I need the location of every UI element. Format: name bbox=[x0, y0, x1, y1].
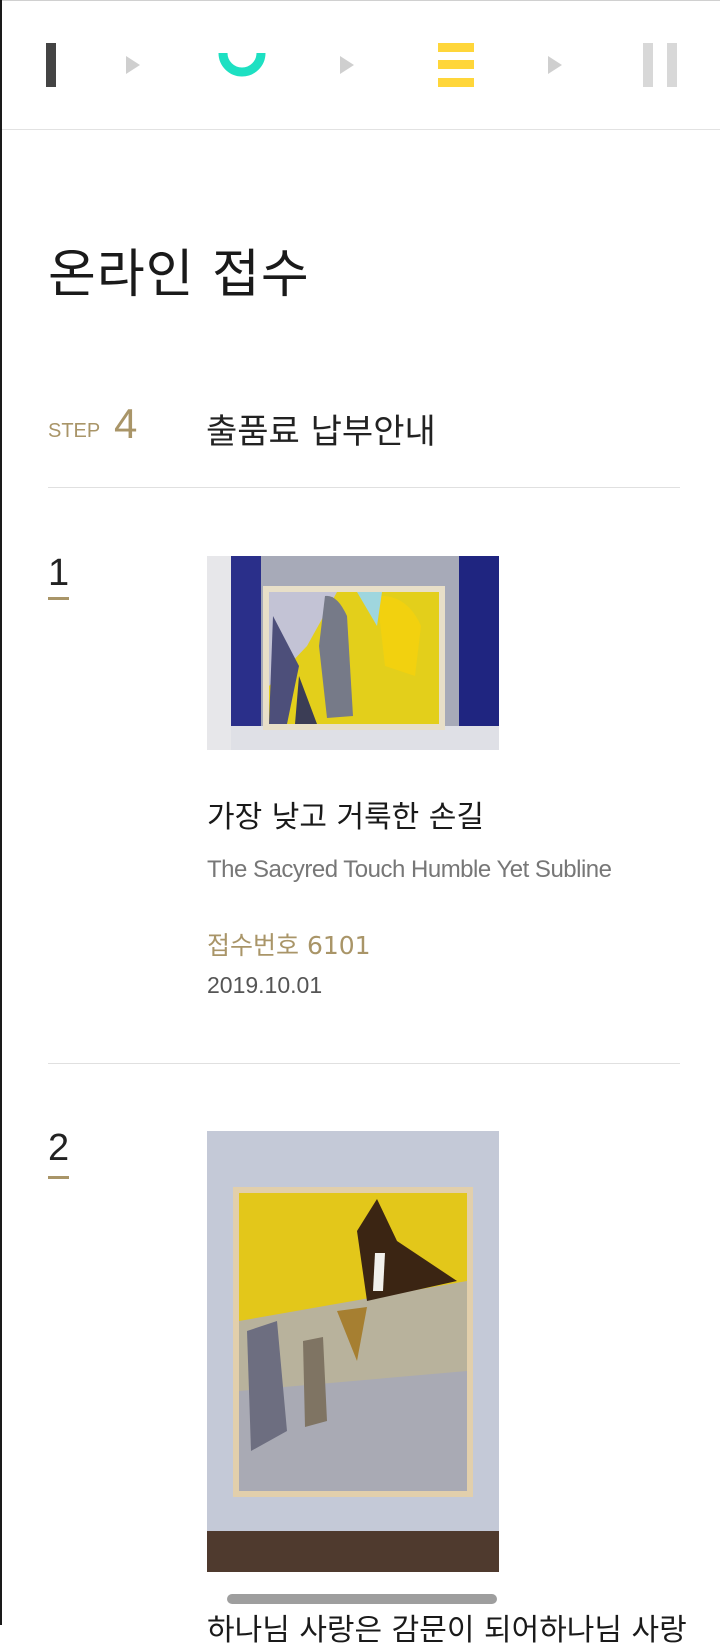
item-title: 하나님 사랑은 감문이 되어하나님 사랑 bbox=[207, 1613, 687, 1648]
progress-bar bbox=[2, 0, 720, 130]
divider bbox=[48, 487, 680, 488]
item-number-underline bbox=[48, 597, 69, 600]
step-title: 출품료 납부안내 bbox=[206, 412, 436, 452]
divider bbox=[48, 1063, 680, 1064]
step-number: 4 bbox=[114, 400, 138, 447]
step-3-icon bbox=[438, 43, 474, 87]
item-date: 2019.10.01 bbox=[207, 972, 323, 998]
item-number: 1 bbox=[48, 552, 70, 594]
item-number-underline bbox=[48, 1176, 69, 1179]
home-indicator[interactable] bbox=[227, 1594, 497, 1604]
step-1-icon bbox=[46, 43, 56, 87]
item-number: 2 bbox=[48, 1127, 70, 1169]
item-receipt-number: 접수번호 6101 bbox=[207, 931, 371, 960]
arrow-icon bbox=[548, 56, 562, 74]
page-title: 온라인 접수 bbox=[48, 245, 310, 305]
item-title: 가장 낮고 거룩한 손길 bbox=[207, 800, 485, 835]
arrow-icon bbox=[340, 56, 354, 74]
arrow-icon bbox=[126, 56, 140, 74]
step-label: STEP bbox=[48, 420, 101, 442]
artwork-thumbnail[interactable] bbox=[207, 1131, 499, 1572]
step-header: STEP 4 출품료 납부안내 bbox=[48, 400, 678, 452]
artwork-thumbnail[interactable] bbox=[207, 556, 499, 750]
step-2-icon bbox=[218, 52, 266, 77]
item-subtitle: The Sacyred Touch Humble Yet Subline bbox=[207, 856, 612, 883]
step-4-icon bbox=[643, 43, 677, 87]
